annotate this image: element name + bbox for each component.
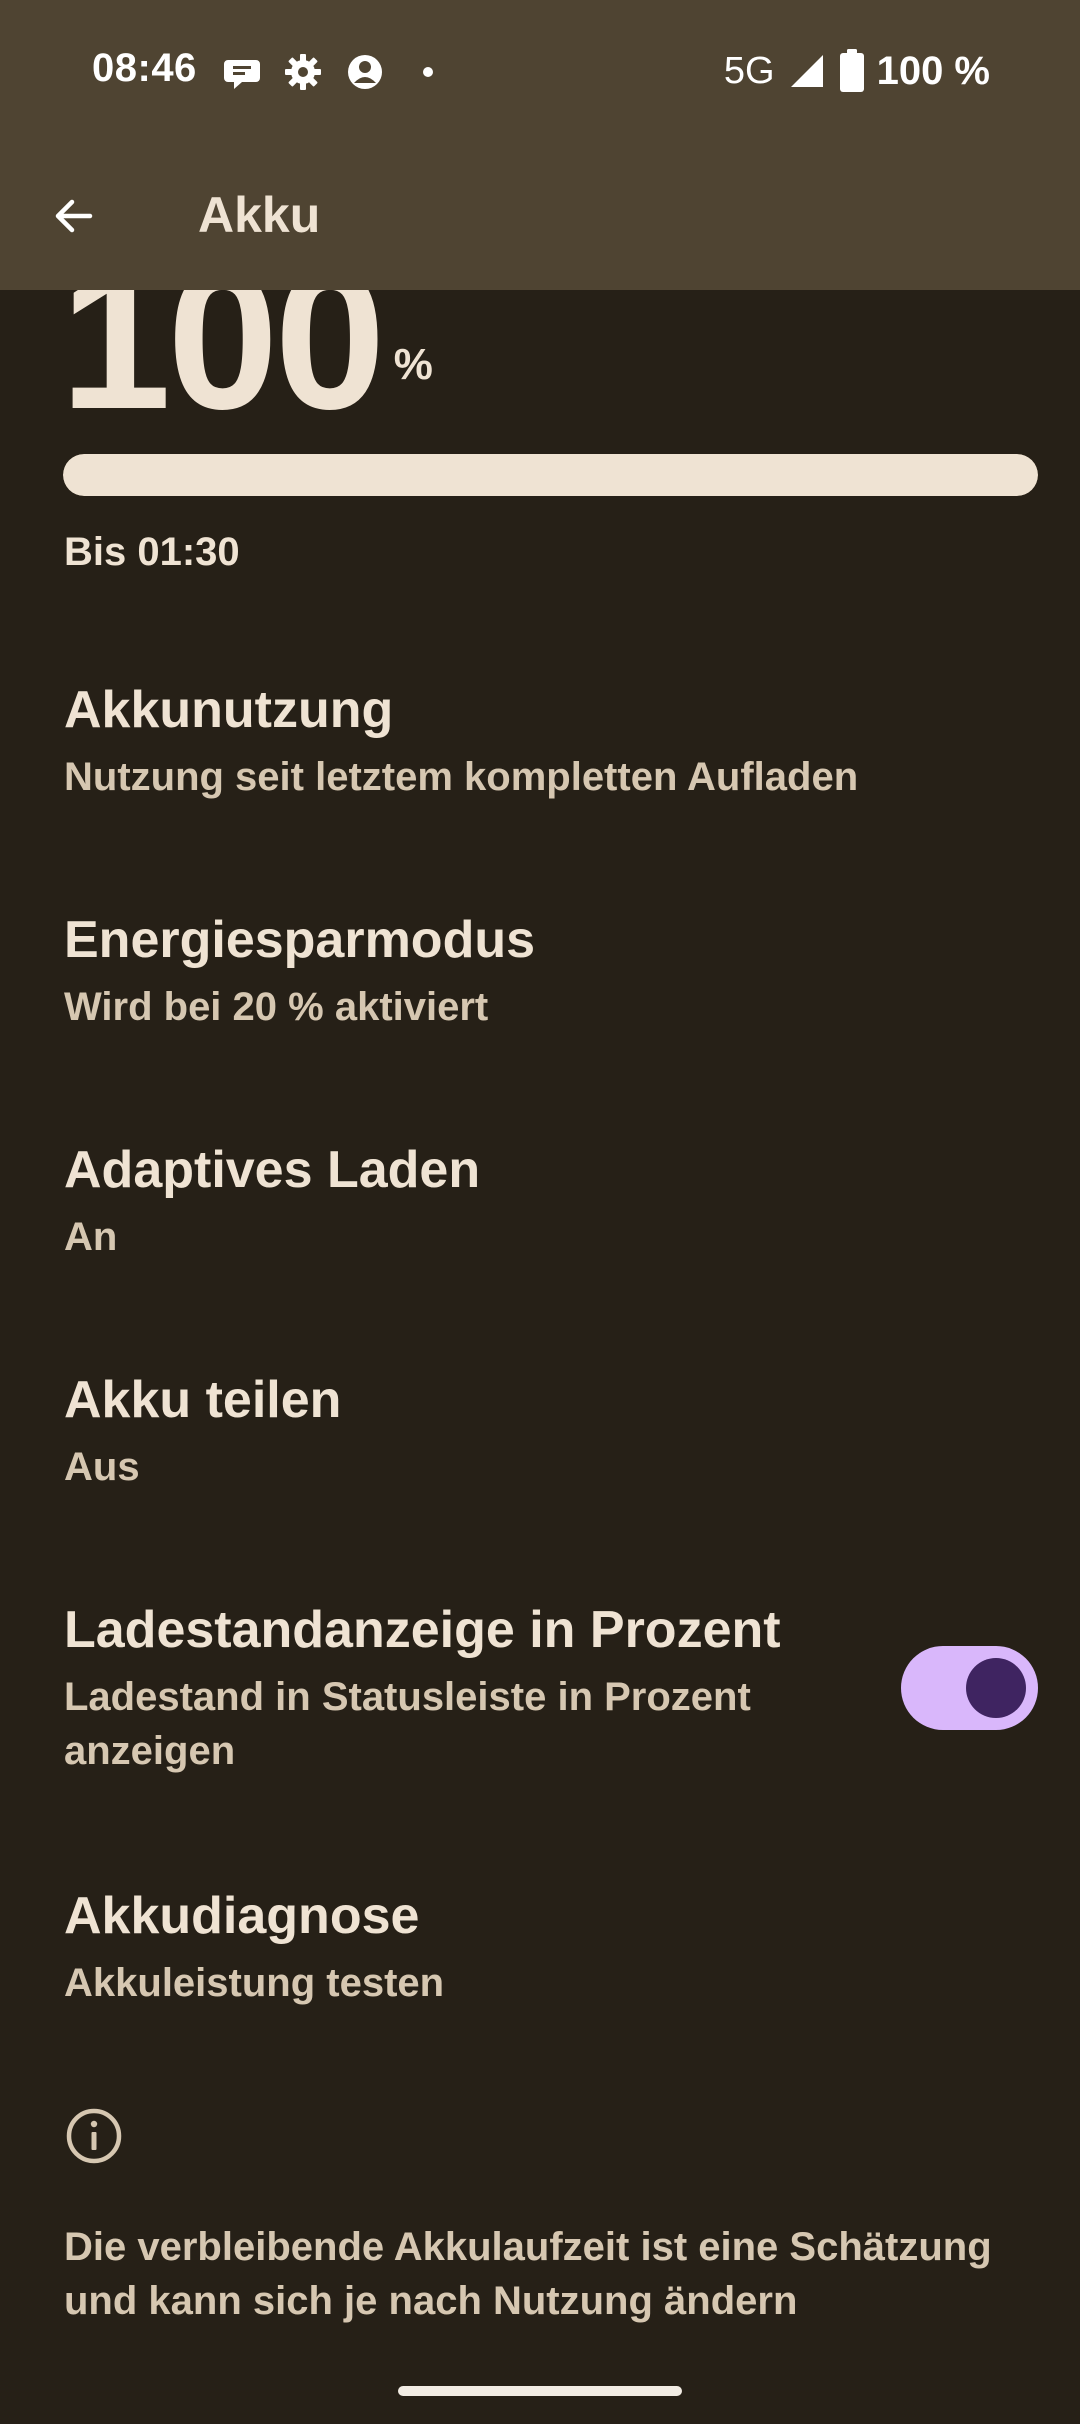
setting-title: Akkudiagnose <box>64 1887 420 1945</box>
status-battery-percent: 100 % <box>876 48 990 93</box>
status-right-group: 5G 100 % <box>724 46 990 96</box>
battery-level-fill <box>63 454 1038 496</box>
setting-akkunutzung[interactable]: Akkunutzung Nutzung seit letztem komplet… <box>0 678 1080 804</box>
back-button[interactable] <box>38 180 110 252</box>
settings-content: 100 % Bis 01:30 Akkunutzung Nutzung seit… <box>0 0 1080 2424</box>
battery-percentage-toggle[interactable] <box>901 1646 1038 1730</box>
setting-subtitle: Ladestand in Statusleiste in Prozent anz… <box>64 1675 751 1773</box>
setting-akku-teilen[interactable]: Akku teilen Aus <box>0 1368 1080 1494</box>
setting-title: Adaptives Laden <box>64 1141 481 1199</box>
setting-akkudiagnose[interactable]: Akkudiagnose Akkuleistung testen <box>0 1884 1080 2010</box>
battery-icon <box>839 49 864 92</box>
account-circle-icon <box>348 55 382 89</box>
setting-subtitle: Wird bei 20 % aktiviert <box>64 985 489 1029</box>
setting-title: Ladestandanzeige in Prozent <box>64 1601 781 1659</box>
battery-until-text: Bis 01:30 <box>64 530 240 574</box>
chat-bubble-icon <box>224 60 260 89</box>
setting-subtitle: Aus <box>64 1445 140 1489</box>
setting-subtitle: Nutzung seit letztem kompletten Aufladen <box>64 755 859 799</box>
toggle-knob <box>966 1658 1026 1718</box>
setting-adaptives-laden[interactable]: Adaptives Laden An <box>0 1138 1080 1264</box>
status-bar: 08:46 5G 100 % <box>0 0 1080 145</box>
setting-subtitle: Akkuleistung testen <box>64 1961 445 2005</box>
page-title: Akku <box>198 187 321 243</box>
app-bar: 08:46 5G 100 % Akku <box>0 0 1080 290</box>
gear-icon <box>285 54 321 90</box>
battery-level-bar <box>63 454 1038 496</box>
signal-icon <box>790 55 823 87</box>
setting-subtitle: An <box>64 1215 118 1259</box>
battery-level-unit: % <box>393 340 433 389</box>
home-indicator[interactable] <box>398 2386 682 2396</box>
setting-energiesparmodus[interactable]: Energiesparmodus Wird bei 20 % aktiviert <box>0 908 1080 1034</box>
info-icon <box>66 2108 122 2164</box>
setting-title: Energiesparmodus <box>64 911 536 969</box>
arrow-left-icon <box>55 199 93 233</box>
setting-title: Akku teilen <box>64 1371 342 1429</box>
status-time: 08:46 <box>92 46 197 90</box>
battery-estimate-note: Die verbleibende Akkulaufzeit ist eine S… <box>64 2225 992 2323</box>
setting-title: Akkunutzung <box>64 681 394 739</box>
dot-icon <box>423 67 433 77</box>
network-type: 5G <box>723 49 775 92</box>
